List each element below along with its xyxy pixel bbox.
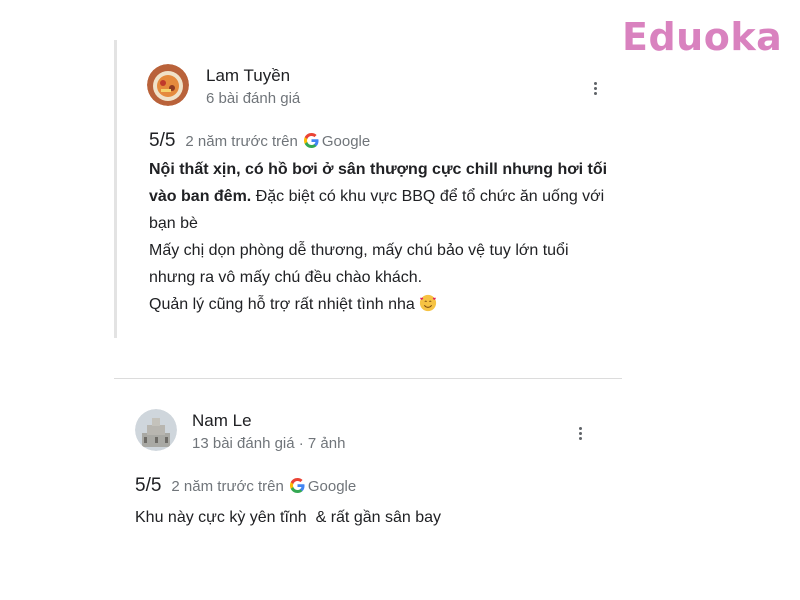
review-source: Google — [321, 133, 371, 150]
review-text-line: Mấy chị dọn phòng dễ thương, mấy chú bảo… — [149, 242, 569, 286]
review-text-line: Quản lý cũng hỗ trợ rất nhiệt tình nha — [149, 296, 415, 313]
review-source: Google — [307, 478, 357, 495]
more-options-icon[interactable] — [572, 422, 588, 444]
reviewer-avatar[interactable] — [147, 64, 189, 106]
more-options-icon[interactable] — [587, 77, 603, 99]
reviewer-name[interactable]: Nam Le — [192, 411, 252, 431]
reviewer-avatar[interactable] — [135, 409, 177, 451]
review-card: Lam Tuyền 6 bài đánh giá 5/5 2 năm trước… — [114, 40, 625, 338]
review-text: Nội thất xịn, có hồ bơi ở sân thượng cực… — [149, 156, 609, 318]
brand-logo: Eduoka — [622, 14, 782, 60]
google-g-icon — [303, 133, 319, 151]
review-time: 2 năm trước trên — [185, 133, 298, 150]
review-card: Nam Le 13 bài đánh giá · 7 ảnh 5/5 2 năm… — [114, 378, 622, 557]
reviewer-name[interactable]: Lam Tuyền — [206, 66, 290, 86]
rating-score: 5/5 — [149, 130, 176, 151]
rating-row: 5/5 2 năm trước trên Google — [149, 130, 370, 152]
brand-logo-text: Eduoka — [622, 15, 783, 59]
smiling-face-with-hearts-icon — [419, 294, 436, 312]
review-time: 2 năm trước trên — [171, 478, 284, 495]
rating-score: 5/5 — [135, 475, 162, 496]
google-g-icon — [289, 478, 305, 496]
reviewer-meta[interactable]: 13 bài đánh giá · 7 ảnh — [192, 435, 345, 452]
reviewer-meta[interactable]: 6 bài đánh giá — [206, 90, 300, 107]
rating-row: 5/5 2 năm trước trên Google — [135, 475, 356, 497]
review-text: Khu này cực kỳ yên tĩnh & rất gần sân ba… — [135, 509, 441, 526]
